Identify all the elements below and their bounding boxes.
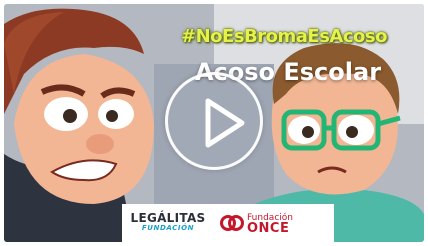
once-logo-icon [220, 215, 244, 231]
once-logo-big: ONCE [247, 221, 290, 236]
video-thumbnail[interactable]: #NoEsBromaEsAcoso Acoso Escolar LEGÁLITA… [0, 0, 428, 246]
legalitas-logo-sub: FUNDACIÓN [141, 224, 195, 232]
play-button[interactable] [165, 72, 263, 170]
play-icon [205, 98, 245, 148]
legalitas-logo: LEGÁLITAS FUNDACIÓN [130, 212, 206, 238]
video-hashtag: #NoEsBromaEsAcoso [181, 26, 387, 47]
sponsor-logos: LEGÁLITAS FUNDACIÓN Fundación ONCE [122, 204, 334, 242]
once-logo: Fundación ONCE [220, 208, 330, 238]
legalitas-logo-main: LEGÁLITAS [130, 211, 206, 225]
